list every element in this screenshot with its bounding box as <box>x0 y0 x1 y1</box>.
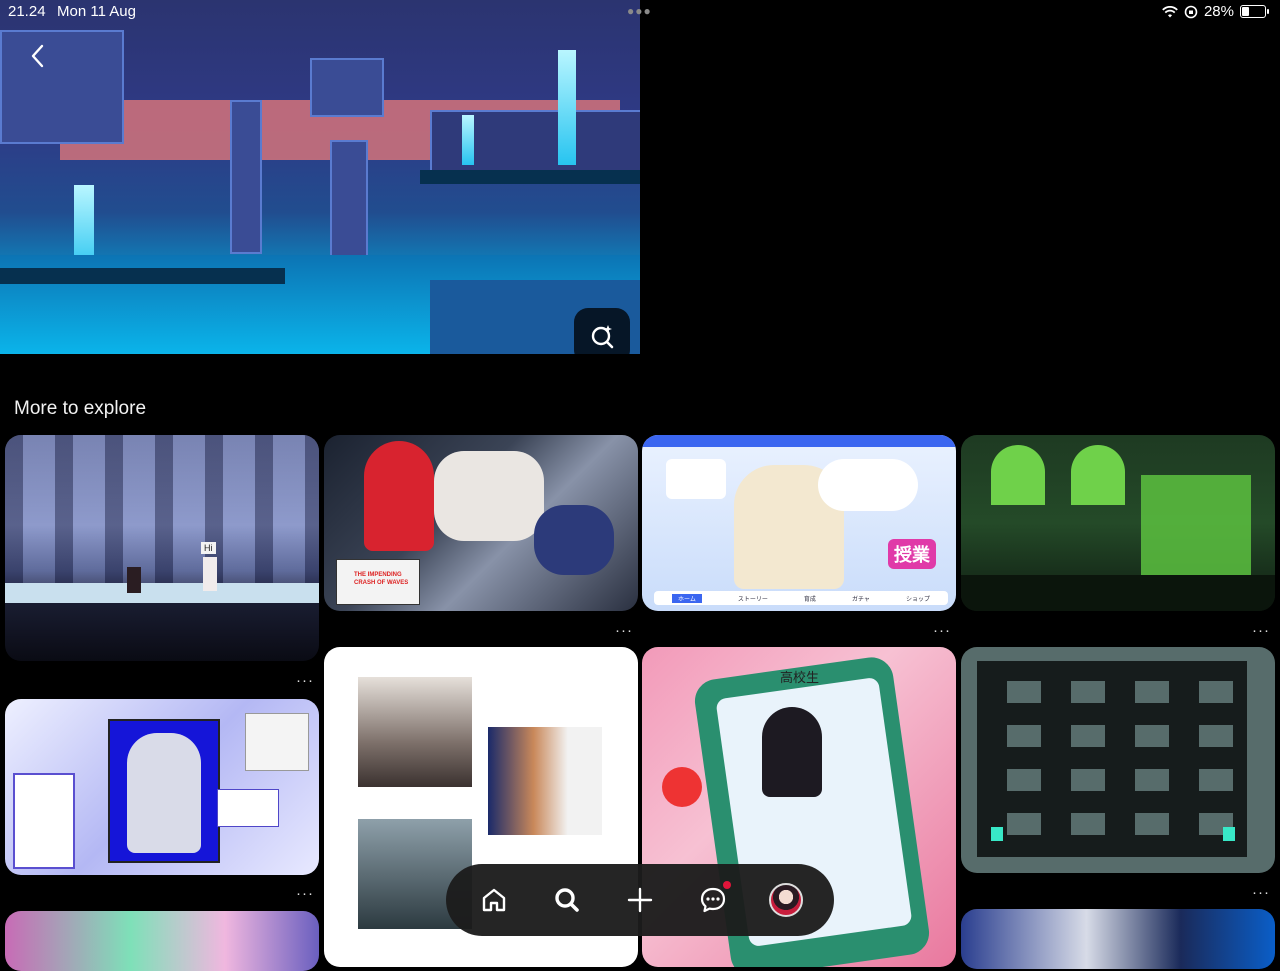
pin-pixel-forest[interactable]: Hi <box>5 435 319 661</box>
more-options-button[interactable]: ··· <box>1252 623 1270 638</box>
wifi-icon <box>1162 5 1178 17</box>
more-options-button[interactable]: ··· <box>1252 885 1270 900</box>
nav-home[interactable] <box>472 878 516 922</box>
search-icon <box>555 888 579 912</box>
battery-percent: 28% <box>1203 3 1234 20</box>
more-options-button[interactable]: ··· <box>296 886 314 901</box>
pin-anime-colorful[interactable] <box>5 911 319 971</box>
notification-dot <box>722 881 731 889</box>
pin-green-ruins[interactable] <box>961 435 1275 611</box>
pin-game-tabbar: ホーム ストーリー 育成 ガチャ ショップ <box>654 591 948 605</box>
pin-dark-level-map[interactable] <box>961 647 1275 873</box>
orientation-lock-icon <box>1184 5 1198 18</box>
pin-caption: THE IMPENDING CRASH OF WAVES <box>354 572 409 586</box>
pin-caption: 高校生 <box>780 670 820 685</box>
more-options-button[interactable]: ··· <box>296 673 314 688</box>
pin-badge-text: 授業 <box>888 539 936 569</box>
status-bar: 21.24 Mon 11 Aug ●●● 28% <box>0 0 1280 24</box>
home-icon <box>483 888 506 912</box>
pin-anime-maids[interactable]: THE IMPENDING CRASH OF WAVES <box>324 435 638 611</box>
more-options-button[interactable]: ··· <box>615 623 633 638</box>
battery-icon <box>1240 5 1269 18</box>
pin-anime-game-ui[interactable]: 授業 ホーム ストーリー 育成 ガチャ ショップ <box>642 435 956 611</box>
visual-search-icon <box>591 325 614 349</box>
pin-retro-desktop[interactable] <box>5 699 319 875</box>
more-options-button[interactable]: ··· <box>933 623 951 638</box>
multitasking-dots-icon[interactable]: ●●● <box>627 4 652 18</box>
visual-search-button[interactable] <box>574 308 630 354</box>
status-time: 21.24 <box>8 3 46 20</box>
create-plus-icon <box>627 887 653 913</box>
bottom-navigation <box>446 864 834 936</box>
nav-messages[interactable] <box>691 878 735 922</box>
messages-icon <box>700 887 725 913</box>
nav-search[interactable] <box>545 878 589 922</box>
hero-pixel-art-image[interactable] <box>0 0 640 354</box>
pin-speech-bubble: Hi <box>201 542 216 554</box>
pin-anime-blue[interactable] <box>961 909 1275 969</box>
chevron-left-icon <box>31 44 44 68</box>
back-button[interactable] <box>24 40 52 72</box>
status-date: Mon 11 Aug <box>57 3 136 20</box>
nav-create[interactable] <box>618 878 662 922</box>
section-title: More to explore <box>14 398 147 419</box>
nav-profile[interactable] <box>764 878 808 922</box>
avatar <box>768 883 803 917</box>
